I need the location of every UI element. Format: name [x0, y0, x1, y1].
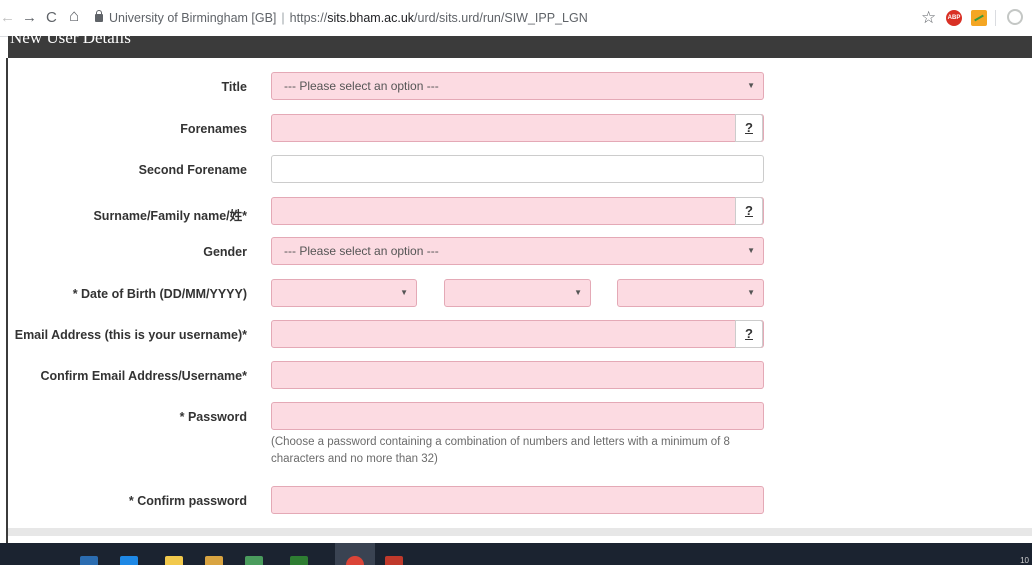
confirm-email-input[interactable] — [271, 361, 764, 389]
forenames-label: Forenames — [180, 122, 247, 136]
page-footer-bar — [8, 528, 1032, 536]
taskbar-app-icon[interactable] — [165, 556, 183, 565]
second-forename-label: Second Forename — [138, 163, 247, 177]
taskbar-app-icon[interactable] — [80, 556, 98, 565]
gender-select[interactable]: --- Please select an option --- ▼ — [271, 237, 764, 265]
surname-input[interactable]: ? — [271, 197, 764, 225]
url-prefix: https:// — [289, 11, 328, 25]
url-domain: sits.bham.ac.uk — [327, 11, 415, 25]
page-header: New User Details — [8, 36, 1032, 58]
dob-year-select[interactable]: ▼ — [617, 279, 764, 307]
surname-label: Surname/Family name/姓* — [93, 209, 247, 223]
forward-button[interactable]: → — [22, 9, 37, 27]
address-bar[interactable]: University of Birmingham [GB] | https://si… — [95, 9, 588, 27]
taskbar-app-icon[interactable] — [245, 556, 263, 565]
email-label: Email Address (this is your username)* — [14, 328, 247, 342]
title-label: Title — [221, 80, 247, 94]
new-user-form: Title --- Please select an option --- ▼ … — [8, 58, 1032, 528]
address-separator: | — [281, 11, 285, 25]
os-taskbar: 10 — [0, 543, 1032, 565]
dob-month-select[interactable]: ▼ — [444, 279, 591, 307]
title-select[interactable]: --- Please select an option --- ▼ — [271, 72, 764, 100]
taskbar-clock[interactable]: 10 — [1020, 556, 1029, 565]
title-select-value: --- Please select an option --- — [284, 79, 439, 93]
gender-label: Gender — [203, 245, 247, 259]
dob-day-select[interactable]: ▼ — [271, 279, 417, 307]
forenames-input[interactable]: ? — [271, 114, 764, 142]
chevron-down-icon: ▼ — [747, 288, 755, 297]
chevron-down-icon: ▼ — [747, 81, 755, 90]
taskbar-folder-icon[interactable] — [205, 556, 223, 565]
chevron-down-icon: ▼ — [747, 246, 755, 255]
url-path: /urd/sits.urd/run/SIW_IPP_LGN — [414, 11, 588, 25]
chart-extension-icon[interactable] — [971, 10, 987, 26]
gender-select-value: --- Please select an option --- — [284, 244, 439, 258]
confirm-email-label: Confirm Email Address/Username* — [40, 369, 247, 383]
email-help-button[interactable]: ? — [735, 320, 763, 348]
taskbar-app-icon[interactable] — [120, 556, 138, 565]
site-identity[interactable]: University of Birmingham [GB] — [109, 11, 276, 25]
profile-icon[interactable] — [1007, 9, 1023, 25]
email-input[interactable]: ? — [271, 320, 764, 348]
second-forename-input[interactable] — [271, 155, 764, 183]
forenames-help-button[interactable]: ? — [735, 114, 763, 142]
taskbar-app-icon[interactable] — [290, 556, 308, 565]
home-button[interactable]: ⌂ — [69, 7, 79, 25]
password-hint: (Choose a password containing a combinat… — [271, 436, 730, 465]
back-button[interactable]: ← — [0, 9, 15, 27]
dob-label: * Date of Birth (DD/MM/YYYY) — [72, 287, 247, 301]
chevron-down-icon: ▼ — [574, 288, 582, 297]
page-title: New User Details — [10, 36, 131, 47]
password-input[interactable] — [271, 402, 764, 430]
bookmark-star-icon[interactable]: ☆ — [921, 8, 936, 28]
lock-icon — [95, 10, 103, 22]
password-label: * Password — [179, 410, 247, 424]
chevron-down-icon: ▼ — [400, 288, 408, 297]
toolbar-divider — [995, 10, 996, 26]
adblock-extension-icon[interactable]: ABP — [946, 10, 962, 26]
surname-help-button[interactable]: ? — [735, 197, 763, 225]
confirm-password-label: * Confirm password — [128, 494, 247, 508]
taskbar-app-icon[interactable] — [385, 556, 403, 565]
reload-button[interactable]: C — [46, 9, 57, 27]
browser-toolbar: ← → C ⌂ University of Birmingham [GB] | ht… — [0, 0, 1032, 37]
confirm-password-input[interactable] — [271, 486, 764, 514]
